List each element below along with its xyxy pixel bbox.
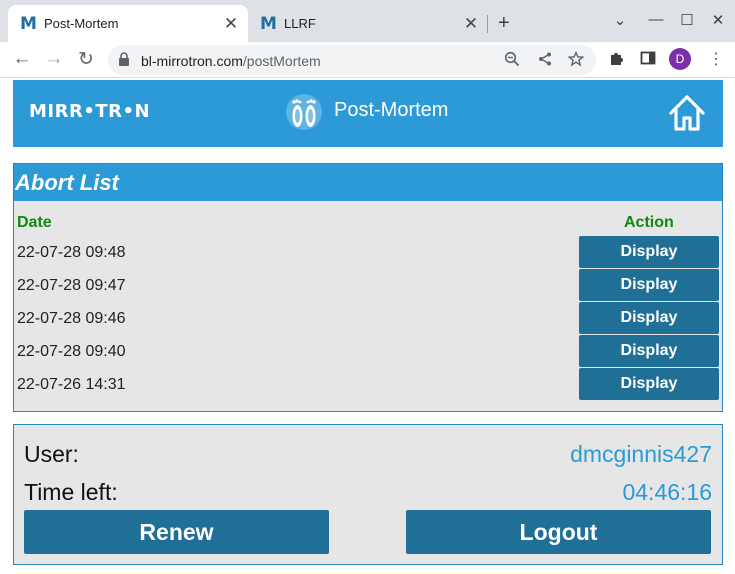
abort-date: 22-07-26 14:31 — [17, 376, 126, 393]
abort-date: 22-07-28 09:40 — [17, 343, 126, 360]
side-panel-icon[interactable] — [640, 50, 656, 71]
time-left-value: 04:46:16 — [622, 479, 712, 505]
date-column-header: Date — [17, 214, 52, 231]
star-icon[interactable] — [567, 50, 585, 71]
abort-date: 22-07-28 09:46 — [17, 310, 126, 327]
table-row: 22-07-28 09:46 Display — [14, 302, 722, 334]
home-icon[interactable] — [667, 92, 707, 139]
tab-favicon-icon: M — [20, 13, 37, 34]
tab-title: Post-Mortem — [44, 16, 119, 31]
display-button[interactable]: Display — [579, 269, 719, 301]
tab-favicon-icon: M — [260, 13, 277, 34]
url-path: /postMortem — [242, 53, 321, 69]
logout-button[interactable]: Logout — [406, 510, 711, 554]
display-button[interactable]: Display — [579, 236, 719, 268]
session-panel: User: dmcginnis427 Time left: 04:46:16 R… — [13, 424, 723, 565]
tab-strip: M Post-Mortem ✕ M LLRF ✕ + ⌄ — ☐ ✕ — [0, 0, 735, 42]
display-button[interactable]: Display — [579, 302, 719, 334]
minimize-button[interactable]: — — [646, 11, 666, 28]
menu-icon[interactable]: ⋮ — [708, 49, 724, 69]
display-button[interactable]: Display — [579, 368, 719, 400]
abort-list-panel: Abort List Date Action 22-07-28 09:48 Di… — [13, 163, 723, 412]
close-tab-icon[interactable]: ✕ — [460, 14, 482, 34]
table-row: 22-07-26 14:31 Display — [14, 368, 722, 400]
table-row: 22-07-28 09:40 Display — [14, 335, 722, 367]
close-window-button[interactable]: ✕ — [708, 11, 728, 29]
tab-search-icon[interactable]: ⌄ — [610, 11, 630, 29]
user-label: User: — [24, 441, 79, 467]
extensions-icon[interactable] — [608, 50, 625, 72]
back-arrow-icon[interactable]: ← — [11, 48, 33, 70]
zoom-out-icon[interactable] — [504, 51, 520, 71]
url-text: bl-mirrotron.com/postMortem — [141, 53, 321, 69]
tab-title: LLRF — [284, 16, 316, 31]
lock-icon — [118, 52, 130, 72]
tab-separator — [487, 15, 488, 33]
table-row: 22-07-28 09:47 Display — [14, 269, 722, 301]
abort-list-title: Abort List — [14, 164, 722, 201]
browser-toolbar: ← → ↻ bl-mirrotron.com/postMortem D ⋮ — [0, 42, 735, 78]
reload-icon[interactable]: ↻ — [75, 48, 97, 71]
feet-icon — [285, 92, 323, 137]
user-value: dmcginnis427 — [570, 441, 712, 467]
page-title: Post-Mortem — [334, 99, 449, 121]
url-host: bl-mirrotron.com — [141, 53, 243, 69]
action-column-header: Action — [624, 214, 674, 231]
address-bar[interactable]: bl-mirrotron.com/postMortem — [108, 45, 596, 75]
forward-arrow-icon[interactable]: → — [43, 48, 65, 70]
new-tab-button[interactable]: + — [498, 13, 510, 33]
profile-avatar[interactable]: D — [669, 48, 691, 70]
maximize-button[interactable]: ☐ — [677, 11, 697, 29]
close-tab-icon[interactable]: ✕ — [220, 14, 242, 34]
time-left-label: Time left: — [24, 479, 118, 505]
tab-post-mortem[interactable]: M Post-Mortem ✕ — [8, 5, 248, 42]
abort-date: 22-07-28 09:48 — [17, 244, 126, 261]
display-button[interactable]: Display — [579, 335, 719, 367]
table-row: 22-07-28 09:48 Display — [14, 236, 722, 268]
share-icon[interactable] — [537, 51, 553, 71]
app-header: MIRR•TR•N Post-Mortem — [13, 80, 723, 147]
mirrotron-logo: MIRR•TR•N — [29, 101, 151, 122]
tab-llrf[interactable]: M LLRF ✕ — [252, 5, 488, 42]
renew-button[interactable]: Renew — [24, 510, 329, 554]
abort-date: 22-07-28 09:47 — [17, 277, 126, 294]
